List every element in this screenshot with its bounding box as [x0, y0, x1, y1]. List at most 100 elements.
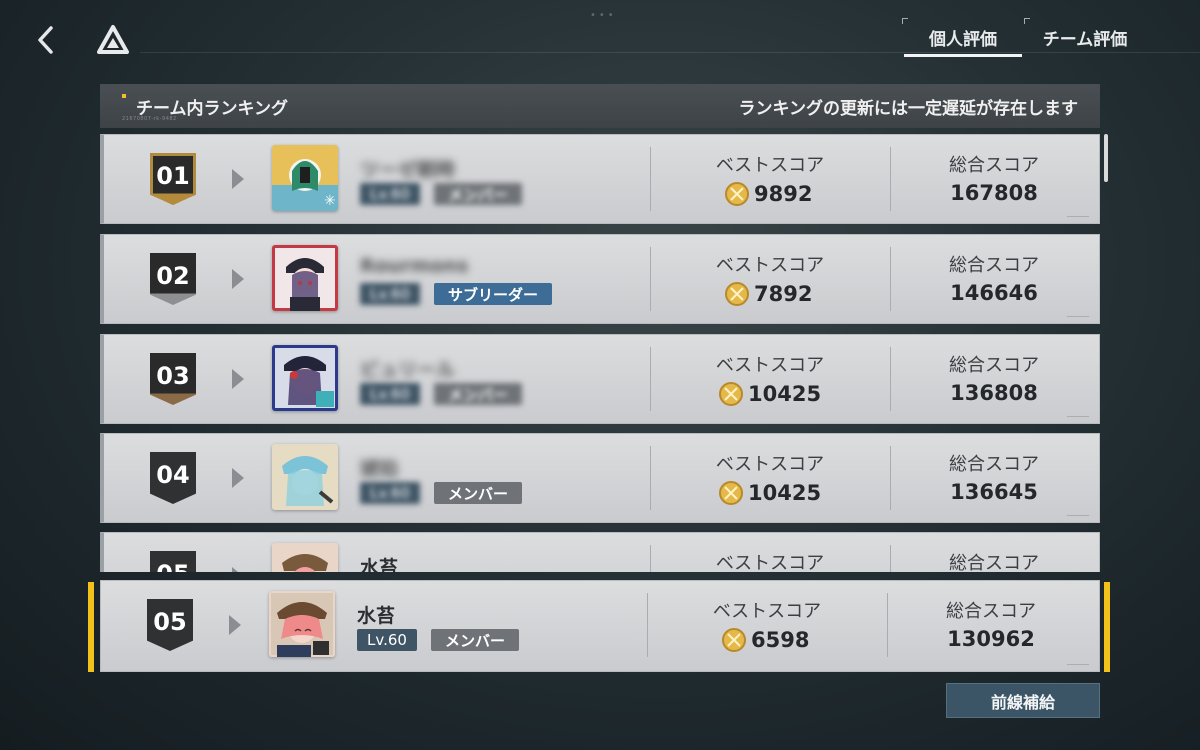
corner-mark: [1067, 209, 1089, 217]
expand-arrow-icon[interactable]: [232, 567, 244, 572]
column-divider: [890, 147, 891, 211]
expand-arrow-icon[interactable]: [232, 169, 244, 189]
drag-handle-dots: •••: [590, 10, 617, 21]
ranking-list[interactable]: 01 ✳ ツーゼ朝時 Lv.60 メンバー ベストスコア 総合スコア 9892 …: [100, 134, 1100, 572]
avatar[interactable]: [272, 444, 338, 510]
ranking-row[interactable]: 01 ✳ ツーゼ朝時 Lv.60 メンバー ベストスコア 総合スコア 9892 …: [100, 134, 1100, 224]
best-score-label: ベストスコア: [715, 355, 825, 376]
player-name: ビュリール: [360, 359, 456, 381]
header-code: 21670807-rk-9482: [122, 116, 177, 122]
best-score-value: 7892: [754, 282, 813, 306]
tab-corner: [902, 18, 908, 24]
tab-team-label: チーム評価: [1042, 29, 1128, 50]
expand-arrow-icon[interactable]: [232, 369, 244, 389]
frontline-supply-button[interactable]: 前線補給: [946, 683, 1100, 718]
total-score-label: 総合スコア: [949, 454, 1039, 475]
level-badge: Lv.60: [360, 482, 420, 504]
ranking-row[interactable]: 02 Rourmons Lv.60 サブリーダー ベストスコア 総合スコア 78…: [100, 234, 1100, 324]
list-scrollbar[interactable]: [1104, 134, 1108, 182]
avatar[interactable]: [272, 245, 338, 311]
role-badge: メンバー: [434, 383, 523, 405]
gold-medal-icon: [719, 481, 743, 505]
tab-personal-label: 個人評価: [929, 29, 997, 50]
expand-arrow-icon[interactable]: [229, 615, 241, 635]
best-score-value: 10425: [748, 481, 822, 505]
player-name: ツーゼ朝時: [360, 159, 456, 181]
avatar[interactable]: ✳: [272, 145, 338, 211]
rank-badge: 04: [150, 452, 196, 504]
best-score-label: ベストスコア: [715, 155, 825, 176]
best-score-value: 6598: [751, 628, 810, 652]
tab-corner: [1024, 18, 1030, 24]
column-divider: [890, 247, 891, 311]
player-name: 琥珀: [360, 458, 399, 480]
total-score-label: 総合スコア: [949, 553, 1039, 572]
triangle-logo-icon: [97, 25, 129, 54]
total-score-label: 総合スコア: [949, 255, 1039, 276]
corner-mark: [1067, 657, 1089, 665]
role-badge: メンバー: [434, 183, 523, 205]
column-divider: [650, 545, 651, 572]
rank-badge: 01: [150, 153, 196, 205]
rank-badge: 05: [147, 599, 193, 651]
ranking-row[interactable]: 03 ビュリール Lv.60 メンバー ベストスコア 総合スコア 10425 1…: [100, 334, 1100, 424]
best-score-label: ベストスコア: [712, 601, 822, 622]
role-badge: メンバー: [431, 629, 520, 651]
level-badge: Lv.60: [357, 629, 417, 651]
avatar[interactable]: [272, 543, 338, 572]
gold-medal-icon: [722, 628, 746, 652]
total-score-label: 総合スコア: [949, 355, 1039, 376]
expand-arrow-icon[interactable]: [232, 468, 244, 488]
best-score: 10425: [718, 381, 821, 407]
column-divider: [890, 347, 891, 411]
corner-mark: [1067, 309, 1089, 317]
corner-mark: [1067, 409, 1089, 417]
gold-medal-icon: [725, 182, 749, 206]
total-score-label: 総合スコア: [949, 155, 1039, 176]
rank-badge: 02: [150, 253, 196, 305]
ranking-row[interactable]: 05 水苔 ベストスコア 総合スコア: [100, 532, 1100, 572]
self-highlight-right: [1104, 582, 1110, 672]
column-divider: [890, 446, 891, 510]
rank-badge: 03: [150, 353, 196, 405]
column-divider: [650, 247, 651, 311]
gold-medal-icon: [719, 382, 743, 406]
best-score-label: ベストスコア: [715, 454, 825, 475]
player-name: 水苔: [360, 557, 399, 572]
total-score-value: 136645: [950, 480, 1038, 504]
best-score: 9892: [724, 181, 812, 207]
ranking-header: チーム内ランキング 21670807-rk-9482 ランキングの更新には一定遅…: [100, 84, 1100, 128]
ranking-row[interactable]: 04 琥珀 Lv.60 メンバー ベストスコア 総合スコア 10425 1366…: [100, 433, 1100, 523]
tab-personal[interactable]: 個人評価: [902, 18, 1024, 57]
player-name: Rourmons: [360, 255, 469, 277]
avatar[interactable]: [272, 345, 338, 411]
chevron-left-icon: [38, 26, 53, 54]
back-button[interactable]: [28, 22, 64, 58]
self-ranking-row[interactable]: 05 水苔 Lv.60 メンバー ベストスコア 総合スコア 6598 13096…: [100, 580, 1100, 672]
best-score: 7892: [724, 281, 812, 307]
rank-badge: 05: [150, 551, 196, 572]
expand-arrow-icon[interactable]: [232, 269, 244, 289]
total-score-value: 167808: [950, 181, 1038, 205]
player-name: 水苔: [357, 605, 396, 627]
tab-team[interactable]: チーム評価: [1024, 18, 1146, 54]
best-score-value: 9892: [754, 182, 813, 206]
column-divider: [887, 593, 888, 657]
column-divider: [650, 347, 651, 411]
total-score-value: 130962: [947, 627, 1035, 651]
best-score: 10425: [718, 480, 821, 506]
gold-medal-icon: [725, 282, 749, 306]
avatar[interactable]: [269, 591, 335, 657]
best-score-label: ベストスコア: [715, 255, 825, 276]
corner-mark: [1067, 508, 1089, 516]
svg-text:✳: ✳: [324, 193, 336, 209]
total-score-value: 146646: [950, 281, 1038, 305]
update-notice: ランキングの更新には一定遅延が存在します: [738, 98, 1079, 119]
total-score-value: 136808: [950, 381, 1038, 405]
column-divider: [647, 593, 648, 657]
best-score: 6598: [721, 627, 809, 653]
self-highlight-left: [88, 582, 94, 672]
column-divider: [890, 545, 891, 572]
level-badge: Lv.60: [360, 183, 420, 205]
best-score-label: ベストスコア: [715, 553, 825, 572]
